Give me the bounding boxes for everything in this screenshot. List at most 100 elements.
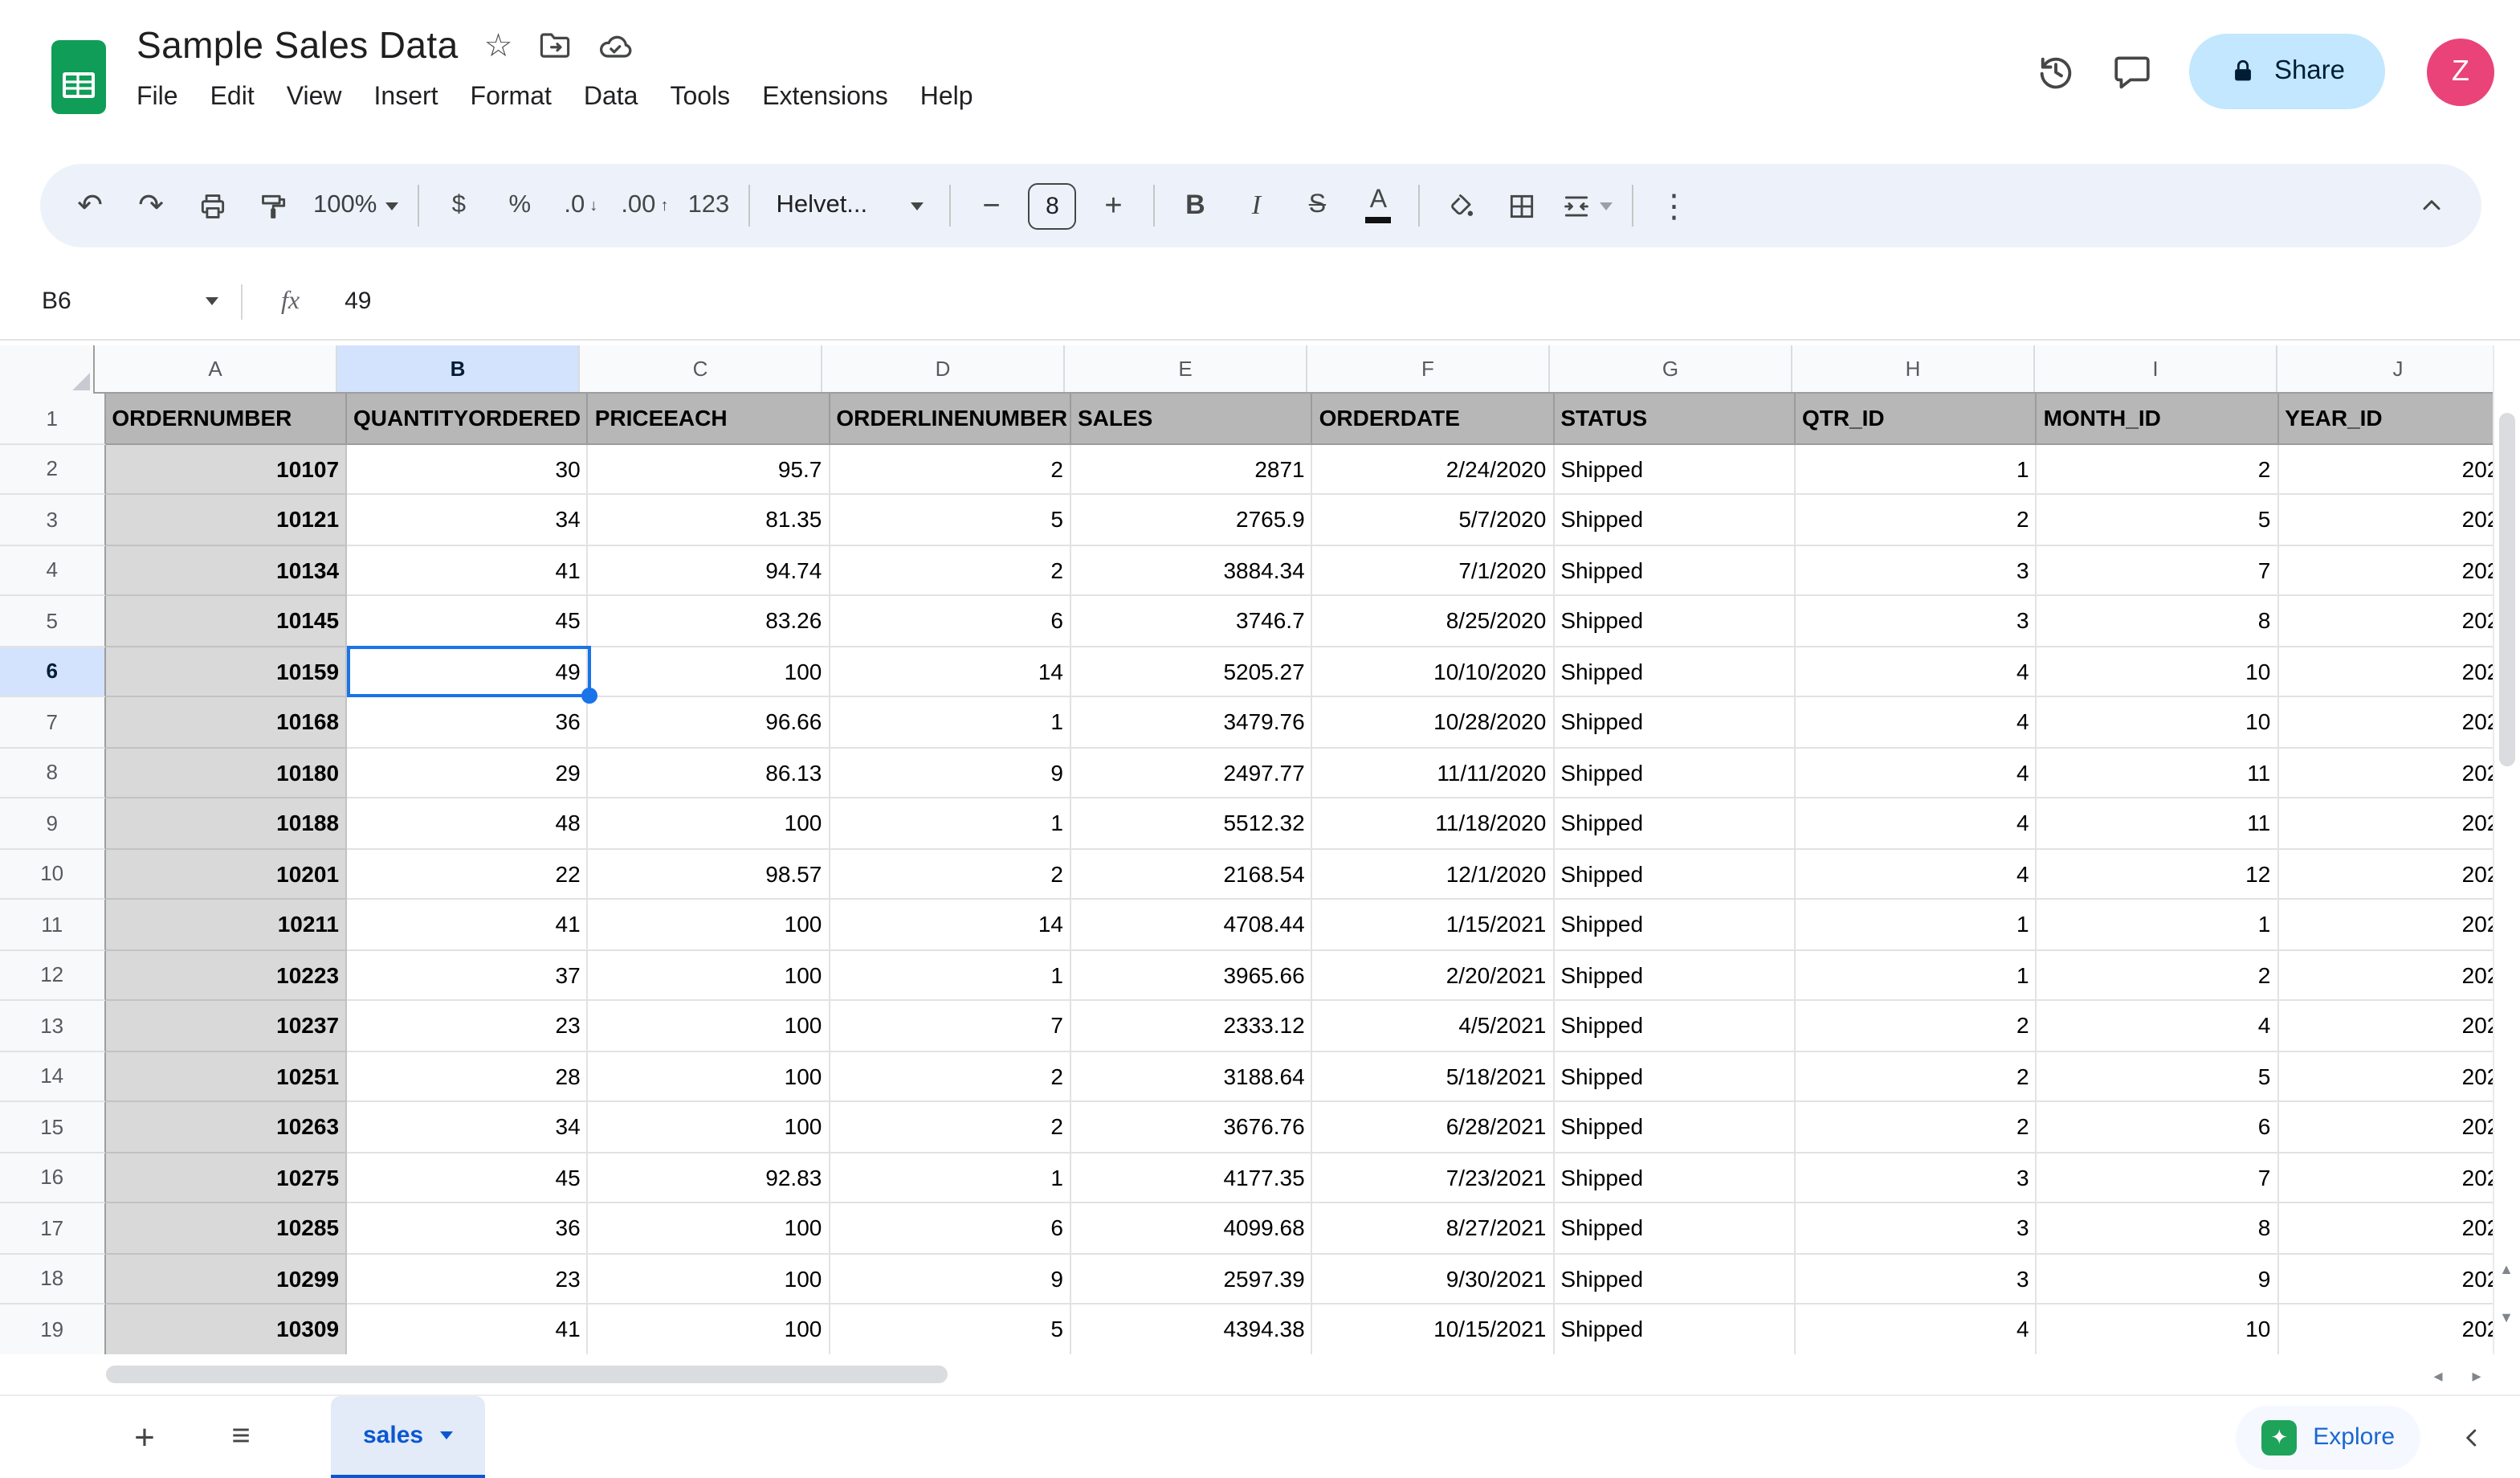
cell-C16[interactable]: 92.83 xyxy=(589,1153,830,1203)
cell-A15[interactable]: 10263 xyxy=(105,1102,347,1153)
cell-G11[interactable]: Shipped xyxy=(1554,900,1796,950)
cell-B9[interactable]: 48 xyxy=(347,798,589,849)
cell-I16[interactable]: 7 xyxy=(2037,1153,2279,1203)
cell-I14[interactable]: 5 xyxy=(2037,1051,2279,1102)
cell-D17[interactable]: 6 xyxy=(830,1203,1071,1254)
cell-D14[interactable]: 2 xyxy=(830,1051,1071,1102)
row-header-8[interactable]: 8 xyxy=(0,748,105,798)
cell-D11[interactable]: 14 xyxy=(830,900,1071,950)
cell-C13[interactable]: 100 xyxy=(589,1001,830,1051)
strikethrough-button[interactable]: S xyxy=(1287,175,1348,236)
cell-H1[interactable]: QTR_ID xyxy=(1796,394,2037,444)
cell-I5[interactable]: 8 xyxy=(2037,596,2279,647)
horizontal-scrollbar[interactable]: ◂ ▸ xyxy=(0,1354,2520,1394)
menu-data[interactable]: Data xyxy=(568,79,654,117)
column-header-G[interactable]: G xyxy=(1550,345,1792,392)
cell-G6[interactable]: Shipped xyxy=(1554,647,1796,697)
cell-G7[interactable]: Shipped xyxy=(1554,697,1796,748)
cell-J4[interactable]: 2020 xyxy=(2278,545,2520,596)
cell-E3[interactable]: 2765.9 xyxy=(1071,495,1313,545)
cell-C3[interactable]: 81.35 xyxy=(589,495,830,545)
cell-C1[interactable]: PRICEEACH xyxy=(589,394,830,444)
add-sheet-button[interactable]: + xyxy=(112,1405,177,1469)
cell-D1[interactable]: ORDERLINENUMBER xyxy=(830,394,1071,444)
cell-I1[interactable]: MONTH_ID xyxy=(2037,394,2279,444)
cell-F9[interactable]: 11/18/2020 xyxy=(1313,798,1555,849)
print-button[interactable] xyxy=(181,175,243,236)
cell-A16[interactable]: 10275 xyxy=(105,1153,347,1203)
column-header-B[interactable]: B xyxy=(337,345,580,392)
cell-D10[interactable]: 2 xyxy=(830,849,1071,900)
cell-D5[interactable]: 6 xyxy=(830,596,1071,647)
share-button[interactable]: Share xyxy=(2189,34,2385,109)
cell-D4[interactable]: 2 xyxy=(830,545,1071,596)
cell-C9[interactable]: 100 xyxy=(589,798,830,849)
cell-E7[interactable]: 3479.76 xyxy=(1071,697,1313,748)
sheet-tab-sales[interactable]: sales xyxy=(331,1395,484,1478)
more-options-button[interactable]: ⋮ xyxy=(1643,175,1704,236)
cell-J1[interactable]: YEAR_ID xyxy=(2278,394,2520,444)
cell-G3[interactable]: Shipped xyxy=(1554,495,1796,545)
cell-A9[interactable]: 10188 xyxy=(105,798,347,849)
column-header-C[interactable]: C xyxy=(580,345,822,392)
redo-button[interactable]: ↷ xyxy=(120,175,181,236)
fill-color-button[interactable] xyxy=(1429,175,1490,236)
cell-D16[interactable]: 1 xyxy=(830,1153,1071,1203)
menu-insert[interactable]: Insert xyxy=(358,79,455,117)
cell-D7[interactable]: 1 xyxy=(830,697,1071,748)
cell-A2[interactable]: 10107 xyxy=(105,444,347,495)
document-title[interactable]: Sample Sales Data xyxy=(137,24,459,67)
cell-B3[interactable]: 34 xyxy=(347,495,589,545)
menu-extensions[interactable]: Extensions xyxy=(746,79,904,117)
row-header-4[interactable]: 4 xyxy=(0,545,105,596)
cell-J3[interactable]: 2020 xyxy=(2278,495,2520,545)
cell-F19[interactable]: 10/15/2021 xyxy=(1313,1304,1555,1354)
cell-E14[interactable]: 3188.64 xyxy=(1071,1051,1313,1102)
cell-A13[interactable]: 10237 xyxy=(105,1001,347,1051)
menu-edit[interactable]: Edit xyxy=(194,79,271,117)
cell-G15[interactable]: Shipped xyxy=(1554,1102,1796,1153)
cell-I17[interactable]: 8 xyxy=(2037,1203,2279,1254)
cell-E1[interactable]: SALES xyxy=(1071,394,1313,444)
cell-H14[interactable]: 2 xyxy=(1796,1051,2037,1102)
cell-B10[interactable]: 22 xyxy=(347,849,589,900)
menu-help[interactable]: Help xyxy=(904,79,989,117)
cell-G12[interactable]: Shipped xyxy=(1554,950,1796,1001)
horizontal-scrollbar-thumb[interactable] xyxy=(106,1366,948,1383)
cell-H15[interactable]: 2 xyxy=(1796,1102,2037,1153)
vertical-scrollbar-thumb[interactable] xyxy=(2499,413,2515,766)
row-header-9[interactable]: 9 xyxy=(0,798,105,849)
scroll-right-button[interactable]: ▸ xyxy=(2462,1361,2491,1390)
cell-G17[interactable]: Shipped xyxy=(1554,1203,1796,1254)
text-color-button[interactable]: A xyxy=(1348,175,1409,236)
cell-G5[interactable]: Shipped xyxy=(1554,596,1796,647)
cell-B11[interactable]: 41 xyxy=(347,900,589,950)
cell-F7[interactable]: 10/28/2020 xyxy=(1313,697,1555,748)
cell-G2[interactable]: Shipped xyxy=(1554,444,1796,495)
borders-button[interactable] xyxy=(1490,175,1552,236)
cell-E8[interactable]: 2497.77 xyxy=(1071,748,1313,798)
row-header-17[interactable]: 17 xyxy=(0,1203,105,1254)
cell-A12[interactable]: 10223 xyxy=(105,950,347,1001)
cell-I8[interactable]: 11 xyxy=(2037,748,2279,798)
cell-C5[interactable]: 83.26 xyxy=(589,596,830,647)
cell-C12[interactable]: 100 xyxy=(589,950,830,1001)
cell-C4[interactable]: 94.74 xyxy=(589,545,830,596)
row-header-16[interactable]: 16 xyxy=(0,1153,105,1203)
cell-D6[interactable]: 14 xyxy=(830,647,1071,697)
cell-H7[interactable]: 4 xyxy=(1796,697,2037,748)
increase-decimal-button[interactable]: .00↑ xyxy=(611,175,678,236)
cell-D13[interactable]: 7 xyxy=(830,1001,1071,1051)
cell-F14[interactable]: 5/18/2021 xyxy=(1313,1051,1555,1102)
menu-tools[interactable]: Tools xyxy=(654,79,746,117)
hide-toolbar-button[interactable] xyxy=(2401,175,2462,236)
cell-C18[interactable]: 100 xyxy=(589,1254,830,1304)
row-header-14[interactable]: 14 xyxy=(0,1051,105,1102)
cell-G14[interactable]: Shipped xyxy=(1554,1051,1796,1102)
cell-J13[interactable]: 2021 xyxy=(2278,1001,2520,1051)
cell-B19[interactable]: 41 xyxy=(347,1304,589,1354)
cell-B1[interactable]: QUANTITYORDERED xyxy=(347,394,589,444)
cell-B12[interactable]: 37 xyxy=(347,950,589,1001)
row-header-13[interactable]: 13 xyxy=(0,1001,105,1051)
format-percent-button[interactable]: % xyxy=(489,175,550,236)
